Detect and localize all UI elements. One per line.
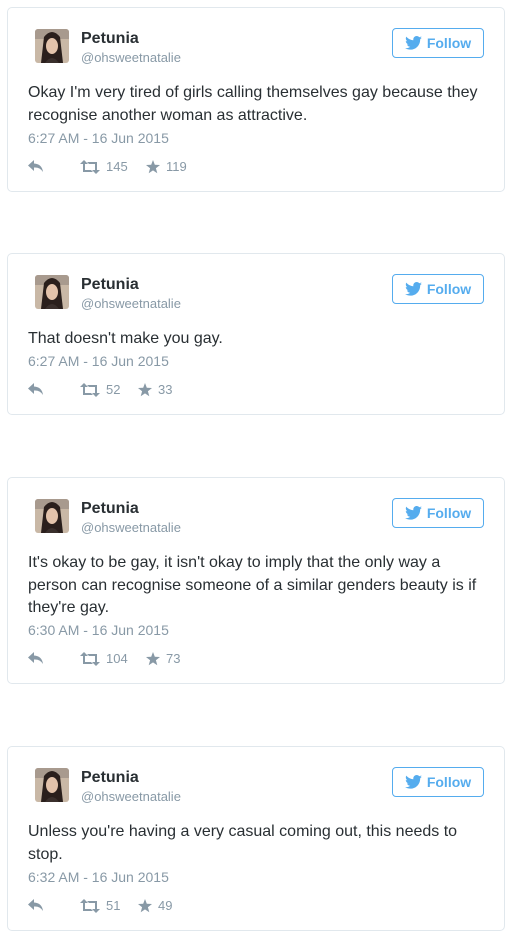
tweet-text: That doesn't make you gay. — [28, 330, 223, 347]
user-handle[interactable]: @ohsweetnatalie — [81, 50, 181, 66]
retweet-button[interactable]: 104 — [80, 651, 128, 667]
reply-icon — [28, 898, 44, 912]
retweet-icon — [80, 899, 100, 913]
reply-button[interactable] — [28, 651, 44, 665]
retweet-button[interactable]: 145 — [80, 159, 128, 175]
twitter-bird-icon — [404, 36, 422, 50]
tweet-text: Unless you're having a very casual comin… — [28, 823, 458, 863]
follow-label: Follow — [426, 281, 472, 297]
favorite-button[interactable]: 119 — [146, 159, 187, 175]
reply-icon — [28, 159, 44, 173]
follow-label: Follow — [426, 505, 472, 521]
timestamp[interactable]: 6:27 AM - 16 Jun 2015 — [28, 130, 169, 146]
favorite-count: 49 — [158, 898, 173, 913]
retweet-count: 145 — [106, 159, 128, 174]
display-name[interactable]: Petunia — [81, 275, 139, 294]
reply-button[interactable] — [28, 159, 44, 173]
retweet-count: 52 — [106, 382, 121, 397]
favorite-count: 119 — [166, 159, 187, 174]
tweet-card: Petunia @ohsweetnatalie Follow Unless yo… — [7, 746, 505, 931]
tweet-card: Petunia @ohsweetnatalie Follow That does… — [7, 253, 505, 415]
retweet-count: 104 — [106, 651, 128, 666]
retweet-icon — [80, 652, 100, 666]
tweet-card: Petunia @ohsweetnatalie Follow It's okay… — [7, 477, 505, 684]
reply-button[interactable] — [28, 382, 44, 396]
twitter-bird-icon — [404, 282, 422, 296]
avatar[interactable] — [35, 768, 69, 802]
star-icon — [138, 383, 152, 397]
retweet-count: 51 — [106, 898, 121, 913]
avatar[interactable] — [35, 275, 69, 309]
favorite-button[interactable]: 33 — [138, 382, 172, 398]
tweet-text: Okay I'm very tired of girls calling the… — [28, 84, 478, 124]
display-name[interactable]: Petunia — [81, 29, 139, 48]
favorite-count: 73 — [166, 651, 181, 666]
avatar[interactable] — [35, 499, 69, 533]
timestamp[interactable]: 6:27 AM - 16 Jun 2015 — [28, 353, 169, 369]
twitter-bird-icon — [404, 506, 422, 520]
follow-label: Follow — [426, 774, 472, 790]
timestamp[interactable]: 6:32 AM - 16 Jun 2015 — [28, 869, 169, 885]
twitter-bird-icon — [404, 775, 422, 789]
follow-button[interactable]: Follow — [392, 274, 484, 304]
star-icon — [138, 899, 152, 913]
follow-button[interactable]: Follow — [392, 498, 484, 528]
follow-button[interactable]: Follow — [392, 28, 484, 58]
tweet-card: Petunia @ohsweetnatalie Follow Okay I'm … — [7, 7, 505, 192]
favorite-count: 33 — [158, 382, 173, 397]
favorite-button[interactable]: 49 — [138, 898, 172, 914]
display-name[interactable]: Petunia — [81, 499, 139, 518]
retweet-button[interactable]: 52 — [80, 382, 120, 398]
star-icon — [146, 652, 160, 666]
user-handle[interactable]: @ohsweetnatalie — [81, 296, 181, 312]
follow-button[interactable]: Follow — [392, 767, 484, 797]
user-handle[interactable]: @ohsweetnatalie — [81, 520, 181, 536]
avatar[interactable] — [35, 29, 69, 63]
reply-icon — [28, 651, 44, 665]
reply-icon — [28, 382, 44, 396]
follow-label: Follow — [426, 35, 472, 51]
reply-button[interactable] — [28, 898, 44, 912]
retweet-icon — [80, 383, 100, 397]
timestamp[interactable]: 6:30 AM - 16 Jun 2015 — [28, 622, 169, 638]
tweet-text: It's okay to be gay, it isn't okay to im… — [28, 554, 477, 616]
favorite-button[interactable]: 73 — [146, 651, 180, 667]
user-handle[interactable]: @ohsweetnatalie — [81, 789, 181, 805]
retweet-icon — [80, 160, 100, 174]
star-icon — [146, 160, 160, 174]
display-name[interactable]: Petunia — [81, 768, 139, 787]
retweet-button[interactable]: 51 — [80, 898, 120, 914]
